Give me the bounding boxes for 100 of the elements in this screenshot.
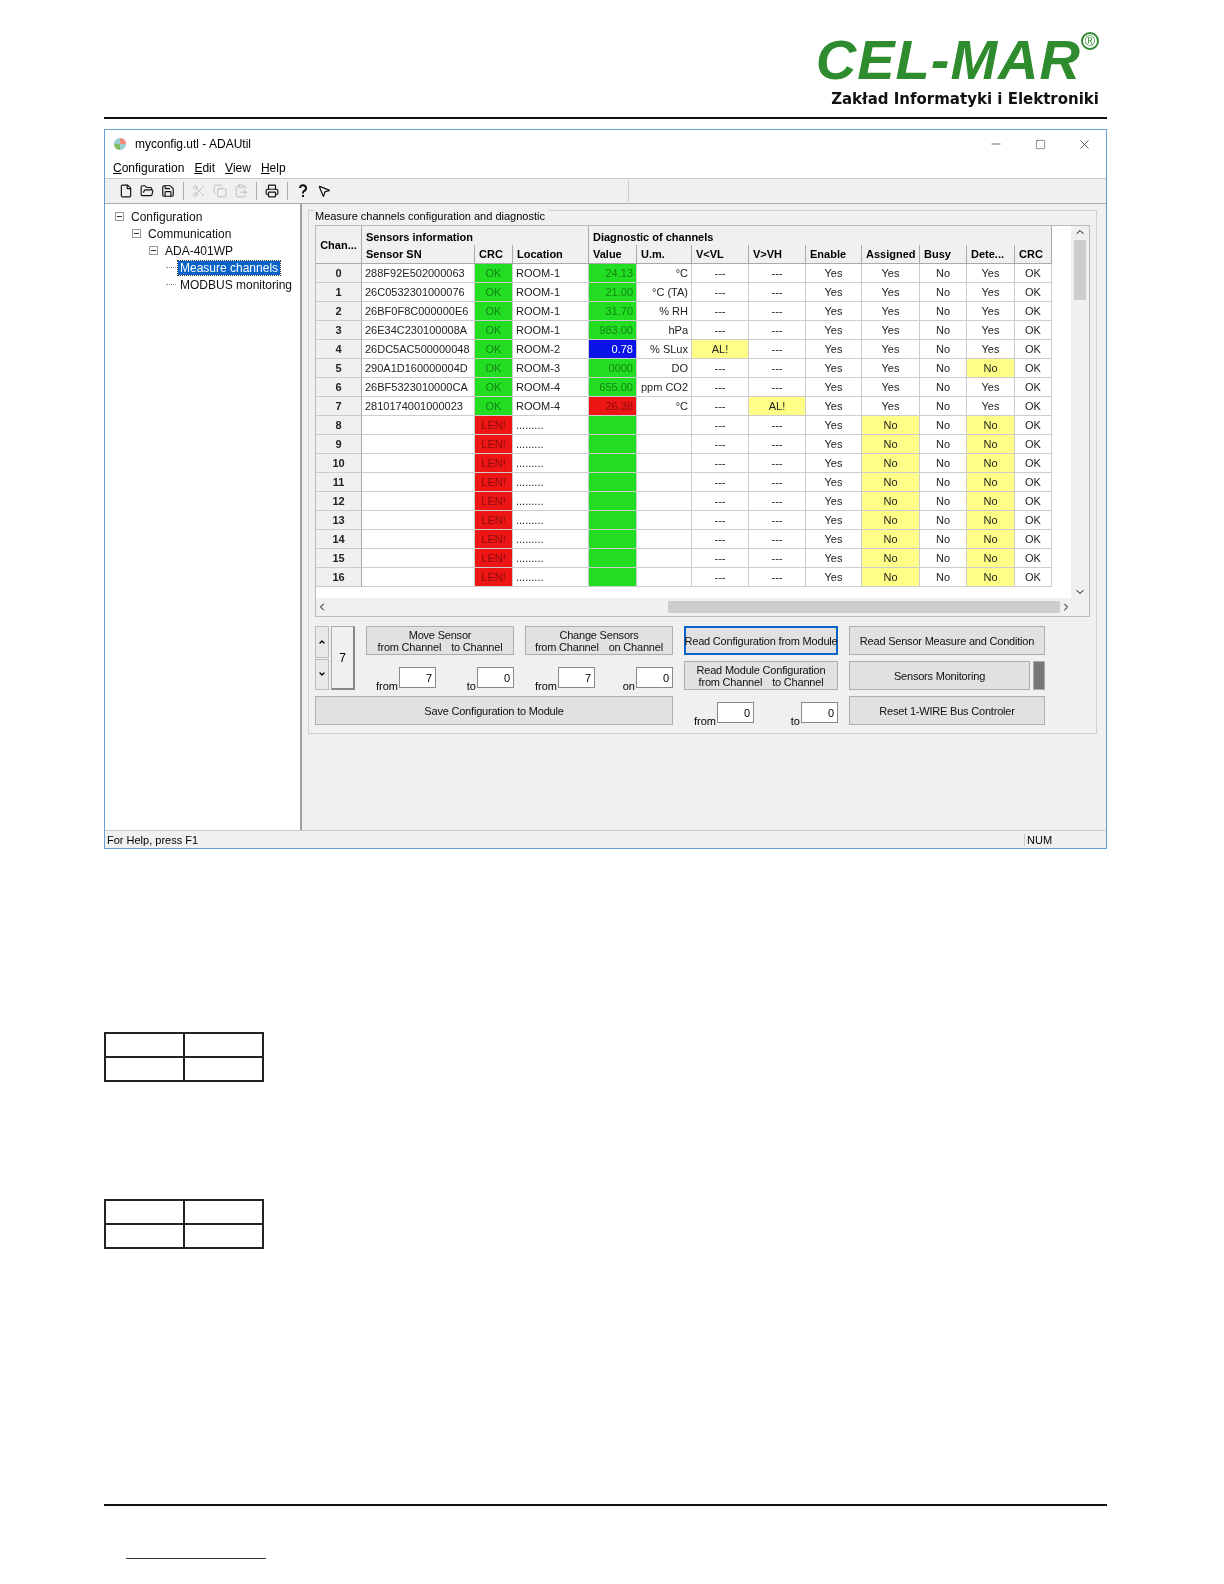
- table-cell: ---: [749, 264, 806, 283]
- table-cell: OK: [1015, 397, 1052, 416]
- table-cell: OK: [475, 378, 513, 397]
- table-cell: LEN!: [475, 435, 513, 454]
- collapse-icon[interactable]: [149, 246, 158, 255]
- collapse-icon[interactable]: [132, 229, 141, 238]
- menu-item[interactable]: Configuration: [109, 161, 189, 175]
- menu-item[interactable]: Edit: [190, 161, 220, 175]
- table-cell: LEN!: [475, 568, 513, 587]
- printer-icon[interactable]: [263, 182, 281, 200]
- horizontal-scrollbar[interactable]: [316, 598, 1089, 616]
- table-cell: No: [967, 359, 1015, 378]
- tree-item[interactable]: Communication: [146, 226, 234, 241]
- row-header: 14: [316, 530, 362, 549]
- table-cell: OK: [1015, 378, 1052, 397]
- save-icon[interactable]: [159, 182, 177, 200]
- menu-item[interactable]: View: [221, 161, 255, 175]
- table-cell: OK: [475, 359, 513, 378]
- table-cell: OK: [1015, 416, 1052, 435]
- menu-item[interactable]: Help: [256, 161, 290, 175]
- table-cell: No: [967, 492, 1015, 511]
- spin-up-button[interactable]: [315, 626, 329, 658]
- column-header[interactable]: Value: [589, 245, 637, 264]
- field-label: from: [376, 680, 398, 692]
- table-cell: ---: [749, 416, 806, 435]
- spin-down-button[interactable]: [315, 658, 329, 690]
- table-cell: ---: [692, 359, 749, 378]
- action-button[interactable]: Move Sensor from Channel to Channel: [366, 626, 514, 655]
- action-button[interactable]: Sensors Monitoring: [849, 661, 1030, 690]
- table-cell: [637, 416, 692, 435]
- table-cell: DO: [637, 359, 692, 378]
- action-button[interactable]: Reset 1-WIRE Bus Controler: [849, 696, 1045, 725]
- table-cell: OK: [1015, 302, 1052, 321]
- number-field[interactable]: 0: [801, 702, 838, 723]
- table-cell: AL!: [692, 340, 749, 359]
- column-header[interactable]: U.m.: [637, 245, 692, 264]
- table-cell: No: [920, 283, 967, 302]
- column-header[interactable]: Sensor SN: [362, 245, 475, 264]
- table-cell: No: [967, 416, 1015, 435]
- tree-item[interactable]: MODBUS monitoring: [178, 277, 295, 292]
- row-header: 15: [316, 549, 362, 568]
- maximize-icon: [1034, 138, 1046, 150]
- table-cell: 0.78: [589, 340, 637, 359]
- table-cell: Yes: [862, 359, 920, 378]
- row-header: 0: [316, 264, 362, 283]
- column-header[interactable]: V<VL: [692, 245, 749, 264]
- table-cell: ppm CO2: [637, 378, 692, 397]
- tree-item[interactable]: Measure channels: [178, 260, 281, 275]
- row-header: 7: [316, 397, 362, 416]
- row-header: 4: [316, 340, 362, 359]
- action-button[interactable]: Read Module Configuration from Channel to Channel: [684, 661, 838, 690]
- column-header[interactable]: CRC: [475, 245, 513, 264]
- collapse-icon[interactable]: [115, 212, 124, 221]
- action-button[interactable]: Change Sensors from Channel on Channel: [525, 626, 673, 655]
- column-header[interactable]: CRC: [1015, 245, 1052, 264]
- vertical-scrollbar[interactable]: [1071, 226, 1089, 599]
- table-cell: LEN!: [475, 492, 513, 511]
- table-cell: OK: [1015, 321, 1052, 340]
- logo-wordmark: CEL-MAR: [815, 30, 1081, 90]
- column-header[interactable]: Dete...: [967, 245, 1015, 264]
- row-header: 3: [316, 321, 362, 340]
- table-cell: 31.70: [589, 302, 637, 321]
- table-cell: OK: [475, 321, 513, 340]
- scroll-thumb[interactable]: [1074, 240, 1086, 300]
- tree-item[interactable]: Configuration: [129, 209, 205, 224]
- table-cell: Yes: [967, 378, 1015, 397]
- table-cell: 21.00: [589, 283, 637, 302]
- table-cell: No: [862, 549, 920, 568]
- action-button[interactable]: Save Configuration to Module: [315, 696, 673, 725]
- group-title: Measure channels configuration and diagnostic: [315, 210, 548, 222]
- table-cell: No: [862, 568, 920, 587]
- table-cell: No: [920, 321, 967, 340]
- number-field[interactable]: 7: [558, 667, 595, 688]
- spinner-value[interactable]: 7: [331, 626, 355, 690]
- table-cell: OK: [475, 283, 513, 302]
- table-cell: [637, 568, 692, 587]
- action-button[interactable]: Read Sensor Measure and Condition: [849, 626, 1045, 655]
- table-cell: OK: [1015, 549, 1052, 568]
- table-cell: OK: [1015, 473, 1052, 492]
- table-cell: Yes: [862, 321, 920, 340]
- table-cell: Yes: [806, 302, 862, 321]
- tree-item[interactable]: ADA-401WP: [163, 243, 236, 258]
- number-field[interactable]: 7: [399, 667, 436, 688]
- column-header[interactable]: Location: [513, 245, 589, 264]
- table-cell: Yes: [967, 264, 1015, 283]
- scroll-thumb[interactable]: [668, 601, 1060, 614]
- column-header[interactable]: Busy: [920, 245, 967, 264]
- field-label: from: [535, 680, 557, 692]
- column-header[interactable]: Assigned: [862, 245, 920, 264]
- column-header[interactable]: V>VH: [749, 245, 806, 264]
- row-header: 6: [316, 378, 362, 397]
- number-field[interactable]: 0: [477, 667, 514, 688]
- table-cell: Yes: [806, 378, 862, 397]
- table-cell: °C: [637, 264, 692, 283]
- number-field[interactable]: 0: [717, 702, 754, 723]
- table-cell: °C (TA): [637, 283, 692, 302]
- column-header[interactable]: Enable: [806, 245, 862, 264]
- number-field[interactable]: 0: [636, 667, 673, 688]
- table-cell: OK: [1015, 454, 1052, 473]
- column-header[interactable]: Chan...: [316, 226, 362, 264]
